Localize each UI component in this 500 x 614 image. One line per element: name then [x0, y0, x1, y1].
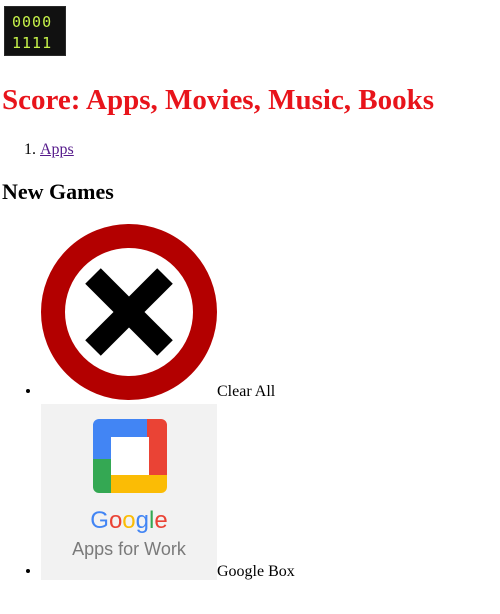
- google-apps-for-work-icon[interactable]: Google Apps for Work: [41, 404, 217, 580]
- breadcrumb-item: Apps: [40, 140, 74, 160]
- logo-row-2: 1111: [12, 34, 52, 52]
- breadcrumb-link-apps[interactable]: Apps: [40, 141, 74, 158]
- game-label[interactable]: Google Box: [217, 564, 295, 580]
- list-item[interactable]: Clear All: [41, 224, 295, 404]
- game-list: Clear All Google: [0, 224, 295, 584]
- list-item[interactable]: Google Apps for Work Google Box: [41, 404, 295, 584]
- logo-row-1: 0000: [12, 13, 52, 31]
- site-logo[interactable]: 0000 1111: [4, 6, 66, 56]
- page: 0000 1111 Score: Apps, Movies, Music, Bo…: [0, 0, 500, 614]
- page-title: Score: Apps, Movies, Music, Books: [2, 84, 435, 116]
- logo-subtitle: Apps for Work: [72, 539, 187, 559]
- google-wordmark: Google: [90, 507, 167, 534]
- section-title: New Games: [2, 179, 114, 204]
- game-label[interactable]: Clear All: [217, 384, 275, 400]
- clear-all-icon[interactable]: [41, 224, 217, 400]
- binary-logo-icon: 0000 1111: [12, 13, 52, 52]
- breadcrumb: Apps: [0, 140, 74, 160]
